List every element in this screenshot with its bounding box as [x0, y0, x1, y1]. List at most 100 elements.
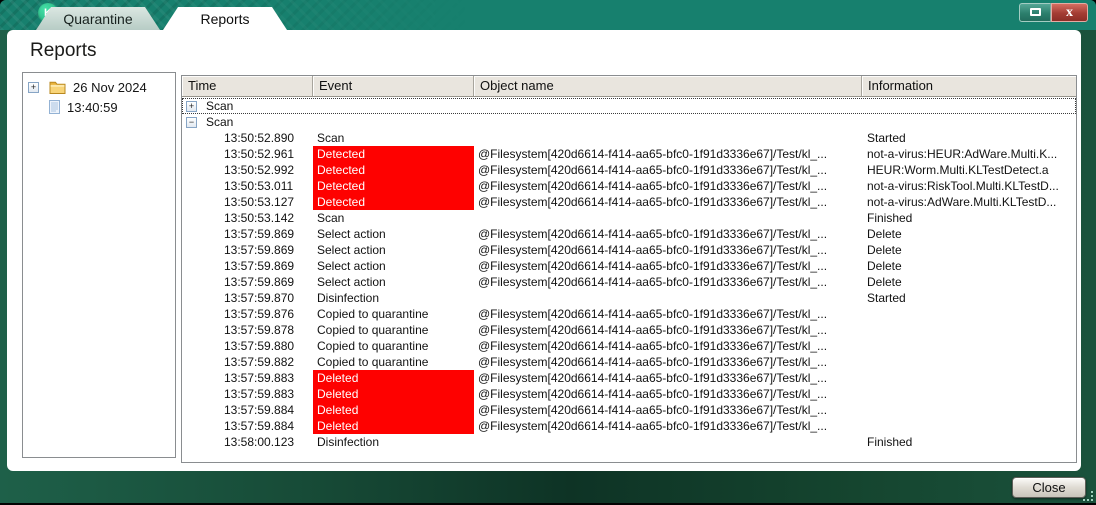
close-button[interactable]: Close — [1012, 477, 1086, 498]
cell-event: Disinfection — [313, 290, 474, 306]
event-row[interactable]: 13:57:59.884 Deleted @Filesystem[420d661… — [182, 418, 1076, 434]
cell-time: 13:57:59.869 — [182, 274, 313, 290]
cell-event: Detected — [313, 162, 474, 178]
cell-object-name: @Filesystem[420d6614-f414-aa65-bfc0-1f91… — [474, 258, 862, 274]
cell-time: 13:50:53.127 — [182, 194, 313, 210]
cell-object-name: @Filesystem[420d6614-f414-aa65-bfc0-1f91… — [474, 386, 862, 402]
cell-event: Copied to quarantine — [313, 354, 474, 370]
close-window-button[interactable]: x — [1051, 3, 1088, 22]
event-row[interactable]: 13:58:00.123 Disinfection Finished — [182, 434, 1076, 450]
cell-information: Started — [862, 290, 1076, 306]
cell-time: 13:57:59.884 — [182, 402, 313, 418]
cell-time: 13:57:59.869 — [182, 242, 313, 258]
cell-information: Finished — [862, 210, 1076, 226]
cell-object-name: @Filesystem[420d6614-f414-aa65-bfc0-1f91… — [474, 178, 862, 194]
cell-time: 13:57:59.880 — [182, 338, 313, 354]
tree-expander-icon[interactable]: + — [28, 82, 39, 93]
cell-object-name: @Filesystem[420d6614-f414-aa65-bfc0-1f91… — [474, 146, 862, 162]
cell-time: 13:58:00.123 — [182, 434, 313, 450]
cell-event: Copied to quarantine — [313, 322, 474, 338]
event-row[interactable]: 13:50:52.890 Scan Started — [182, 130, 1076, 146]
event-row[interactable]: 13:57:59.869 Select action @Filesystem[4… — [182, 242, 1076, 258]
cell-event: Select action — [313, 274, 474, 290]
report-document-icon — [49, 100, 60, 114]
column-header-event[interactable]: Event — [313, 76, 474, 96]
event-row[interactable]: 13:50:52.961 Detected @Filesystem[420d66… — [182, 146, 1076, 162]
event-row[interactable]: 13:57:59.883 Deleted @Filesystem[420d661… — [182, 370, 1076, 386]
event-row[interactable]: 13:50:53.011 Detected @Filesystem[420d66… — [182, 178, 1076, 194]
cell-event: Detected — [313, 178, 474, 194]
cell-time: 13:50:52.961 — [182, 146, 313, 162]
cell-time: 13:57:59.883 — [182, 370, 313, 386]
cell-object-name: @Filesystem[420d6614-f414-aa65-bfc0-1f91… — [474, 322, 862, 338]
row-expander-icon[interactable]: + — [186, 101, 197, 112]
group-row[interactable]: − Scan — [182, 114, 1076, 130]
cell-time: 13:57:59.882 — [182, 354, 313, 370]
cell-event: Select action — [313, 258, 474, 274]
cell-time: 13:50:52.992 — [182, 162, 313, 178]
titlebar: K Quarantine Reports x — [0, 0, 1096, 30]
event-row[interactable]: 13:57:59.870 Disinfection Started — [182, 290, 1076, 306]
tree-node-label: 26 Nov 2024 — [73, 80, 147, 95]
cell-information — [862, 306, 1076, 322]
cell-object-name: @Filesystem[420d6614-f414-aa65-bfc0-1f91… — [474, 418, 862, 434]
cell-object-name: @Filesystem[420d6614-f414-aa65-bfc0-1f91… — [474, 354, 862, 370]
minimize-icon — [1030, 8, 1041, 16]
event-row[interactable]: 13:57:59.884 Deleted @Filesystem[420d661… — [182, 402, 1076, 418]
event-row[interactable]: 13:57:59.869 Select action @Filesystem[4… — [182, 274, 1076, 290]
tree-node-report[interactable]: 13:40:59 — [23, 97, 175, 117]
reports-window: K Quarantine Reports x Reports + 26 Nov … — [0, 0, 1096, 505]
event-row[interactable]: 13:57:59.869 Select action @Filesystem[4… — [182, 226, 1076, 242]
event-row[interactable]: 13:57:59.883 Deleted @Filesystem[420d661… — [182, 386, 1076, 402]
cell-time: 13:57:59.876 — [182, 306, 313, 322]
cell-event: Detected — [313, 146, 474, 162]
event-row[interactable]: 13:57:59.882 Copied to quarantine @Files… — [182, 354, 1076, 370]
cell-information — [862, 322, 1076, 338]
cell-event: Scan — [313, 210, 474, 226]
content-area: Reports + 26 Nov 2024 — [7, 30, 1081, 471]
cell-event: Disinfection — [313, 434, 474, 450]
report-events-table: Time Event Object name Information + Sca… — [181, 75, 1077, 463]
cell-event: Deleted — [313, 370, 474, 386]
event-row[interactable]: 13:57:59.876 Copied to quarantine @Files… — [182, 306, 1076, 322]
cell-time: 13:57:59.884 — [182, 418, 313, 434]
cell-object-name — [474, 210, 862, 226]
cell-information: Delete — [862, 258, 1076, 274]
event-row[interactable]: 13:57:59.878 Copied to quarantine @Files… — [182, 322, 1076, 338]
cell-event: Deleted — [313, 386, 474, 402]
cell-information: not-a-virus:AdWare.Multi.KLTestD... — [862, 194, 1076, 210]
cell-information: not-a-virus:RiskTool.Multi.KLTestD... — [862, 178, 1076, 194]
event-row[interactable]: 13:50:52.992 Detected @Filesystem[420d66… — [182, 162, 1076, 178]
event-row[interactable]: 13:50:53.142 Scan Finished — [182, 210, 1076, 226]
tab-quarantine[interactable]: Quarantine — [36, 7, 160, 30]
cell-time: 13:50:53.011 — [182, 178, 313, 194]
cell-time: 13:57:59.869 — [182, 226, 313, 242]
minimize-button[interactable] — [1019, 3, 1051, 22]
cell-information: not-a-virus:HEUR:AdWare.Multi.K... — [862, 146, 1076, 162]
cell-object-name: @Filesystem[420d6614-f414-aa65-bfc0-1f91… — [474, 194, 862, 210]
tree-node-date[interactable]: + 26 Nov 2024 — [23, 77, 175, 97]
cell-time: 13:57:59.870 — [182, 290, 313, 306]
group-label: Scan — [206, 99, 233, 113]
column-header-information[interactable]: Information — [862, 76, 1076, 96]
cell-object-name: @Filesystem[420d6614-f414-aa65-bfc0-1f91… — [474, 242, 862, 258]
cell-event: Detected — [313, 194, 474, 210]
cell-event: Copied to quarantine — [313, 338, 474, 354]
row-expander-icon[interactable]: − — [186, 117, 197, 128]
cell-information — [862, 402, 1076, 418]
column-header-time[interactable]: Time — [182, 76, 313, 96]
event-row[interactable]: 13:57:59.880 Copied to quarantine @Files… — [182, 338, 1076, 354]
cell-event: Scan — [313, 130, 474, 146]
event-row[interactable]: 13:50:53.127 Detected @Filesystem[420d66… — [182, 194, 1076, 210]
column-header-object-name[interactable]: Object name — [474, 76, 862, 96]
cell-time: 13:57:59.878 — [182, 322, 313, 338]
resize-grip[interactable] — [1082, 490, 1093, 501]
cell-information: Delete — [862, 226, 1076, 242]
cell-information: Started — [862, 130, 1076, 146]
group-row[interactable]: + Scan — [182, 98, 1076, 114]
cell-object-name: @Filesystem[420d6614-f414-aa65-bfc0-1f91… — [474, 226, 862, 242]
tree-node-label: 13:40:59 — [67, 100, 118, 115]
tab-reports[interactable]: Reports — [163, 7, 287, 30]
event-row[interactable]: 13:57:59.869 Select action @Filesystem[4… — [182, 258, 1076, 274]
report-date-tree: + 26 Nov 2024 — [22, 72, 176, 458]
